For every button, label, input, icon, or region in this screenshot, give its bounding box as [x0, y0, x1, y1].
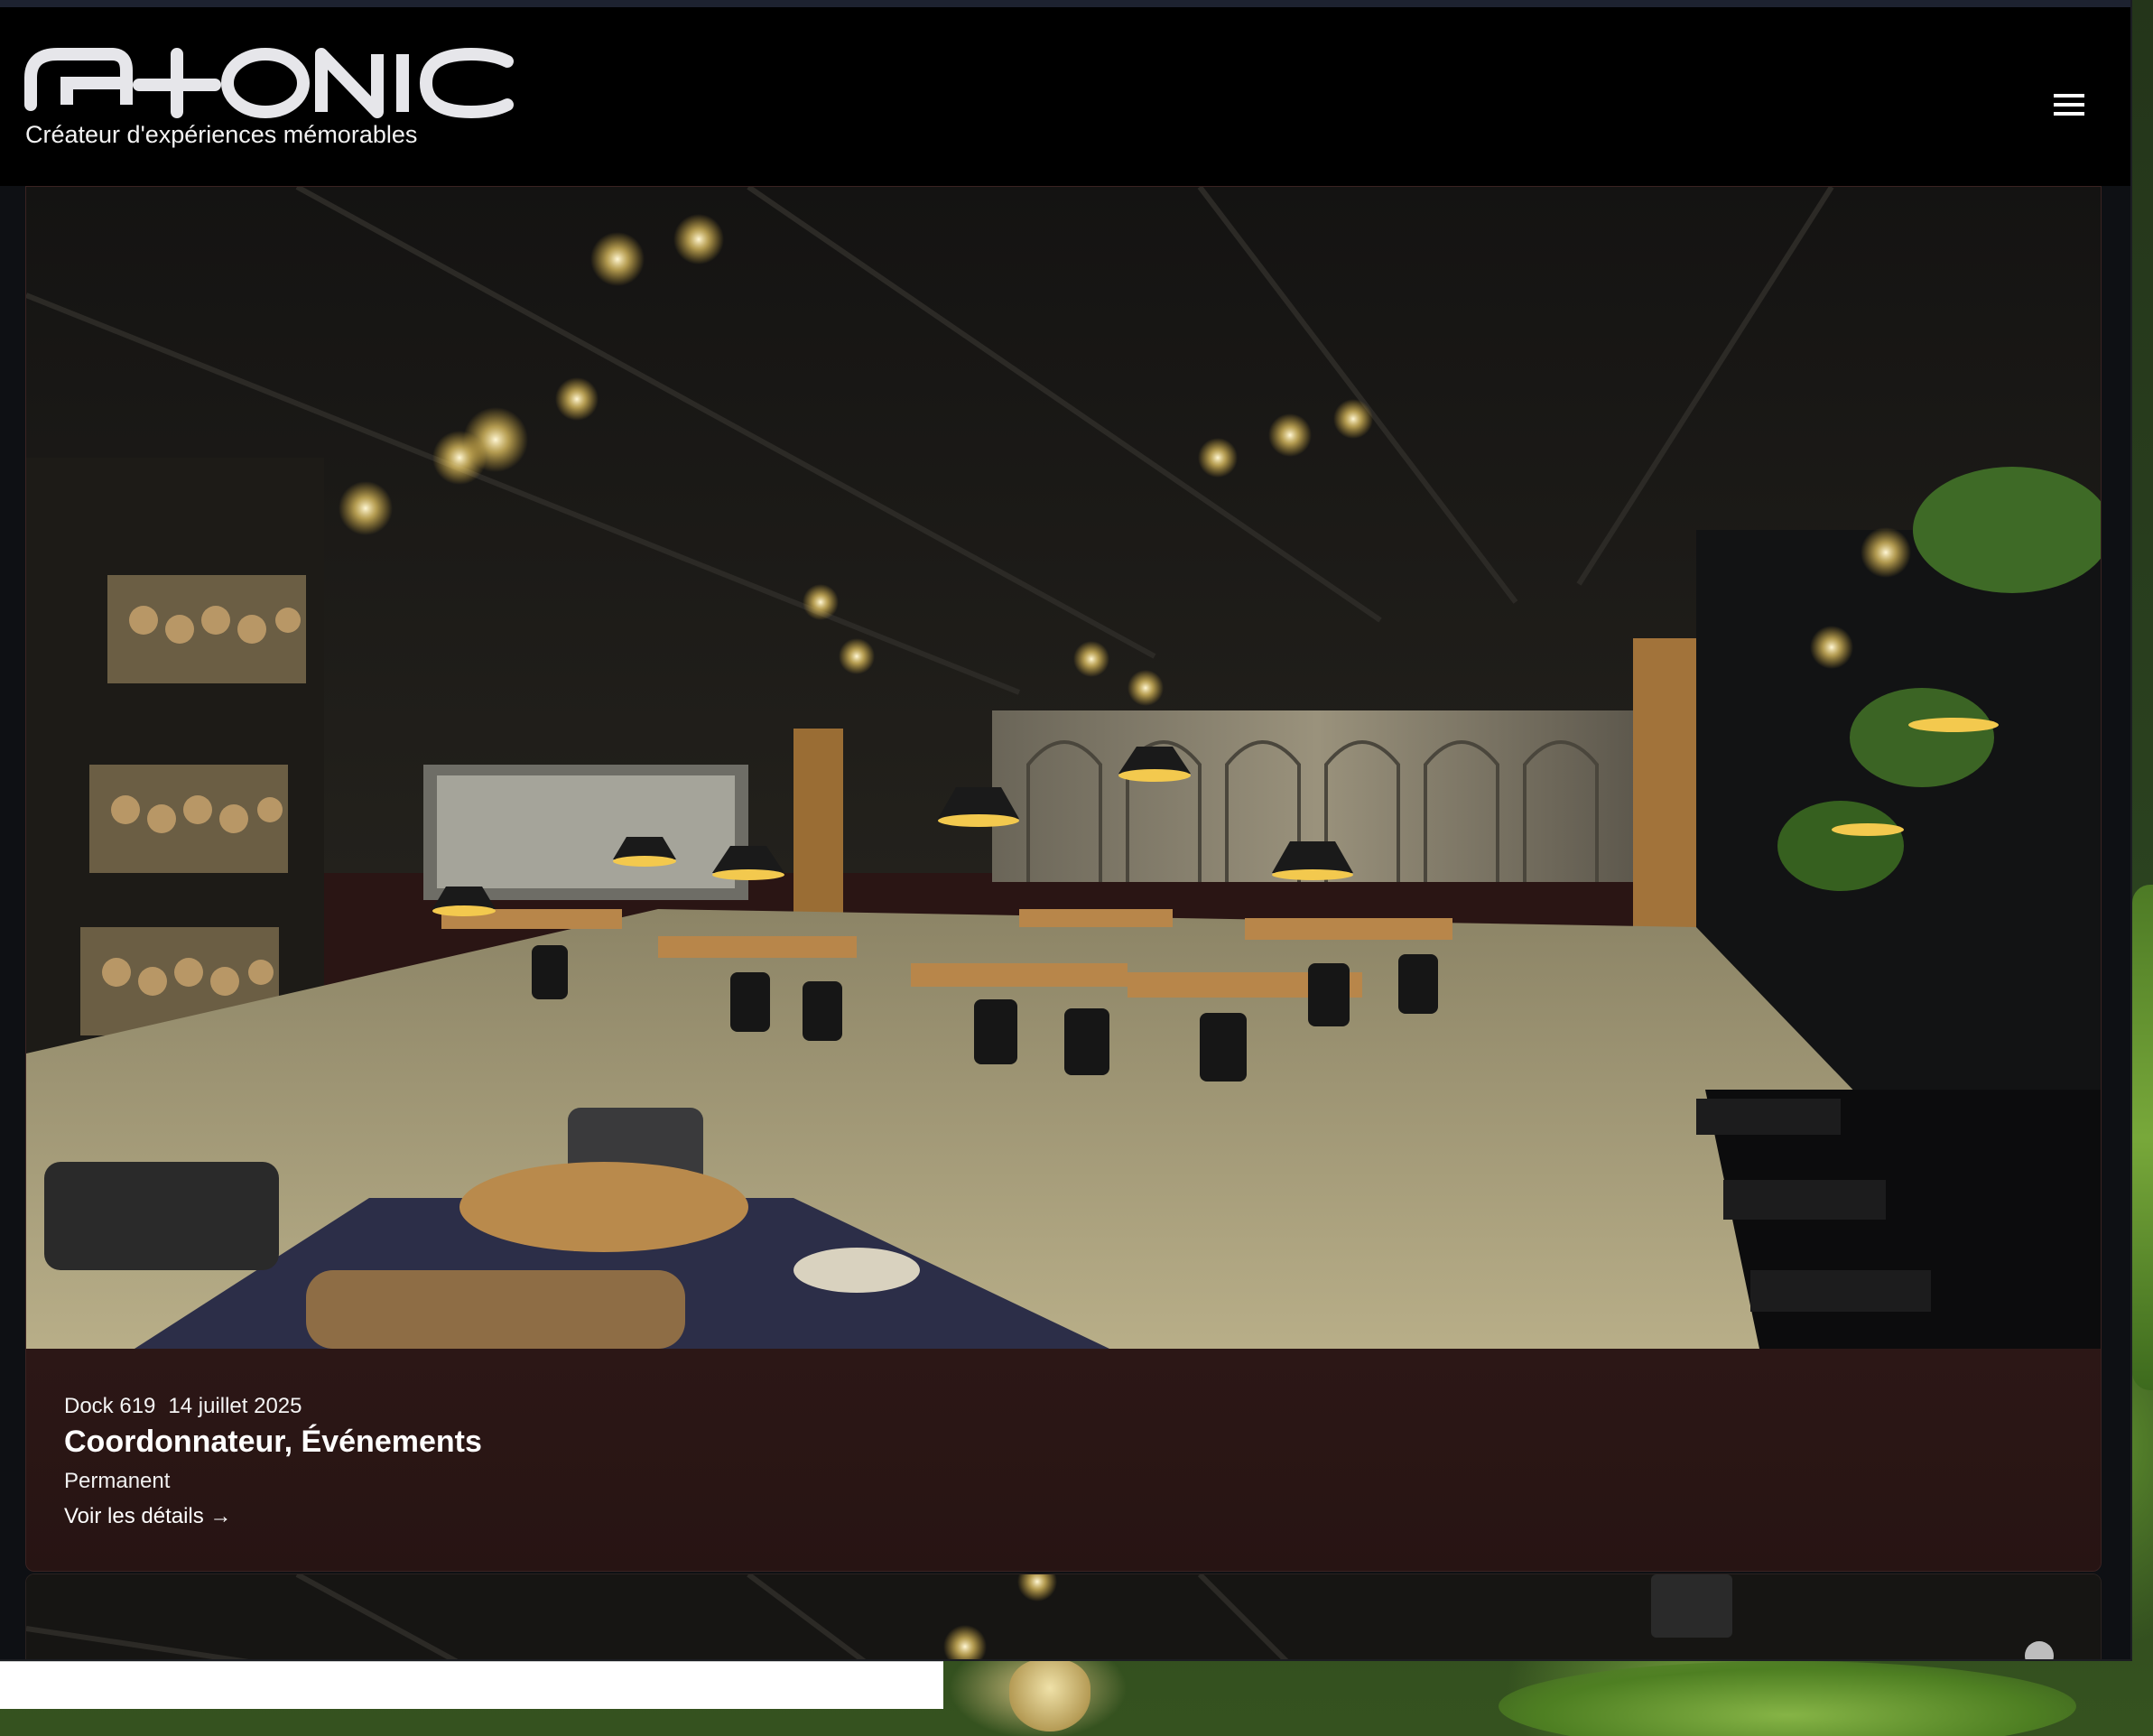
- background-window[interactable]: [0, 1661, 943, 1709]
- brand-logo[interactable]: [23, 42, 520, 123]
- menu-button[interactable]: [2042, 78, 2096, 132]
- job-title[interactable]: Coordonnateur, Événements: [64, 1425, 482, 1460]
- site-header: Créateur d'expériences mémorables: [0, 7, 2130, 186]
- job-type: Permanent: [64, 1469, 171, 1493]
- brand-tagline: Créateur d'expériences mémorables: [25, 121, 418, 148]
- window-top-border: [0, 0, 2130, 7]
- job-meta: Dock 619 14 juillet 2025: [64, 1394, 302, 1419]
- job-card-next-image: [26, 1574, 2101, 1659]
- job-date: 14 juillet 2025: [168, 1394, 302, 1418]
- logo-graphic: [24, 47, 514, 119]
- browser-window: Créateur d'expériences mémorables Dock 6…: [0, 0, 2132, 1661]
- restaurant-interior-photo: [26, 187, 2101, 1349]
- wallpaper-leaf: [2132, 885, 2153, 1390]
- view-details-link[interactable]: Voir les détails →: [64, 1504, 231, 1529]
- job-card[interactable]: Dock 619 14 juillet 2025 Coordonnateur, É…: [25, 186, 2102, 1572]
- job-company: Dock 619: [64, 1394, 156, 1418]
- wallpaper-flower-bud: [1009, 1659, 1090, 1731]
- job-card-next[interactable]: [25, 1574, 2102, 1659]
- job-card-body: Dock 619 14 juillet 2025 Coordonnateur, É…: [26, 1349, 2101, 1571]
- job-card-image: [26, 187, 2101, 1349]
- hamburger-menu-icon: [2054, 94, 2084, 116]
